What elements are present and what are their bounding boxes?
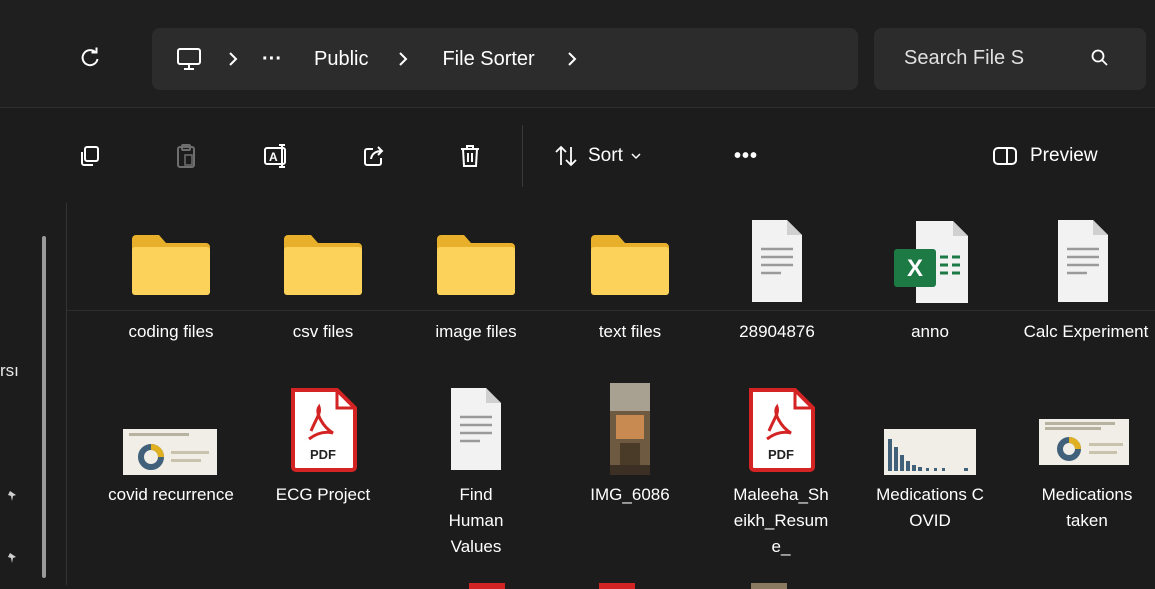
svg-text:A: A [269, 150, 278, 164]
file-name: Medications COVID [876, 485, 984, 530]
photo-thumbnail-icon [610, 383, 650, 475]
breadcrumb-separator[interactable] [398, 28, 408, 90]
breadcrumb-overflow[interactable]: ··· [262, 28, 282, 90]
breadcrumb-separator[interactable] [228, 28, 238, 90]
chevron-right-icon [568, 52, 577, 66]
file-name: ECG Project [275, 485, 371, 504]
partial-file-icon [751, 583, 787, 589]
pin-icon [8, 491, 16, 501]
preview-label: Preview [1030, 145, 1098, 166]
folder-icon [284, 235, 362, 295]
file-name: 28904876 [739, 322, 815, 341]
text-document-icon [451, 388, 501, 470]
navigation-scrollbar[interactable] [42, 236, 46, 578]
image-thumbnail-icon [884, 429, 976, 475]
preview-pane-icon [993, 147, 1017, 165]
file-name: IMG_6086 [590, 485, 670, 504]
file-name: coding files [128, 322, 214, 341]
svg-text:X: X [907, 255, 923, 282]
toolbar-separator [522, 125, 523, 187]
excel-icon: X [894, 221, 968, 303]
sort-label: Sort [588, 145, 623, 166]
file-name: Calc Experiment [1023, 322, 1149, 341]
navigation-pane[interactable] [0, 203, 66, 585]
top-bar: ··· Public File Sorter Search File S [0, 0, 1155, 108]
breadcrumb-file-sorter[interactable]: File Sorter [442, 28, 534, 90]
file-name: image files [435, 322, 517, 341]
partial-file-icon [469, 583, 505, 589]
monitor-icon [177, 48, 201, 70]
preview-button[interactable]: Preview [992, 136, 1128, 176]
refresh-icon [81, 47, 99, 67]
file-name: Find Human Values [448, 485, 504, 556]
file-name: csv files [292, 322, 354, 341]
file-list: coding files csv files image files text … [67, 203, 1155, 589]
pdf-icon: PDF [749, 388, 815, 472]
address-bar[interactable]: ··· Public File Sorter [152, 28, 858, 90]
paste-button[interactable] [168, 136, 204, 176]
sort-icon [555, 145, 577, 167]
image-thumbnail-icon [1039, 419, 1129, 465]
share-button[interactable] [356, 136, 392, 176]
rename-icon: A [264, 144, 286, 168]
pdf-icon: PDF [291, 388, 357, 472]
command-bar: A Sort ••• Preview [0, 108, 1155, 311]
folder-icon [132, 235, 210, 295]
breadcrumb-separator[interactable] [567, 28, 577, 90]
text-document-icon [1058, 220, 1108, 302]
sort-button[interactable]: Sort [554, 136, 676, 176]
chevron-down-icon [631, 153, 641, 160]
search-input[interactable]: Search File S [874, 28, 1146, 90]
share-icon [364, 146, 384, 166]
file-name: Maleeha_Sheikh_Resume_ [733, 485, 829, 556]
folder-icon [591, 235, 669, 295]
svg-text:PDF: PDF [768, 447, 794, 462]
trash-icon [461, 145, 479, 167]
image-thumbnail-icon [123, 429, 217, 475]
search-icon[interactable] [1090, 47, 1110, 69]
file-name: anno [911, 322, 949, 341]
rename-button[interactable]: A [259, 136, 295, 176]
paste-icon [177, 144, 195, 168]
file-name: text files [598, 322, 662, 341]
this-pc-button[interactable] [176, 28, 202, 90]
nav-item-label[interactable]: rsı [0, 361, 19, 381]
chevron-right-icon [229, 52, 238, 66]
file-name: Medications taken [1041, 485, 1133, 530]
refresh-button[interactable] [70, 38, 110, 78]
partial-file-icon [599, 583, 635, 589]
chevron-right-icon [399, 52, 408, 66]
more-options-button[interactable]: ••• [726, 136, 766, 176]
text-document-icon [752, 220, 802, 302]
pin-icon [8, 553, 16, 563]
folder-icon [437, 235, 515, 295]
breadcrumb-public[interactable]: Public [314, 28, 368, 90]
copy-button[interactable] [72, 136, 108, 176]
file-name: covid recurrence [108, 485, 234, 504]
delete-button[interactable] [452, 136, 488, 176]
search-placeholder: Search File S [904, 47, 1025, 69]
copy-icon [81, 146, 99, 166]
svg-text:PDF: PDF [310, 447, 336, 462]
